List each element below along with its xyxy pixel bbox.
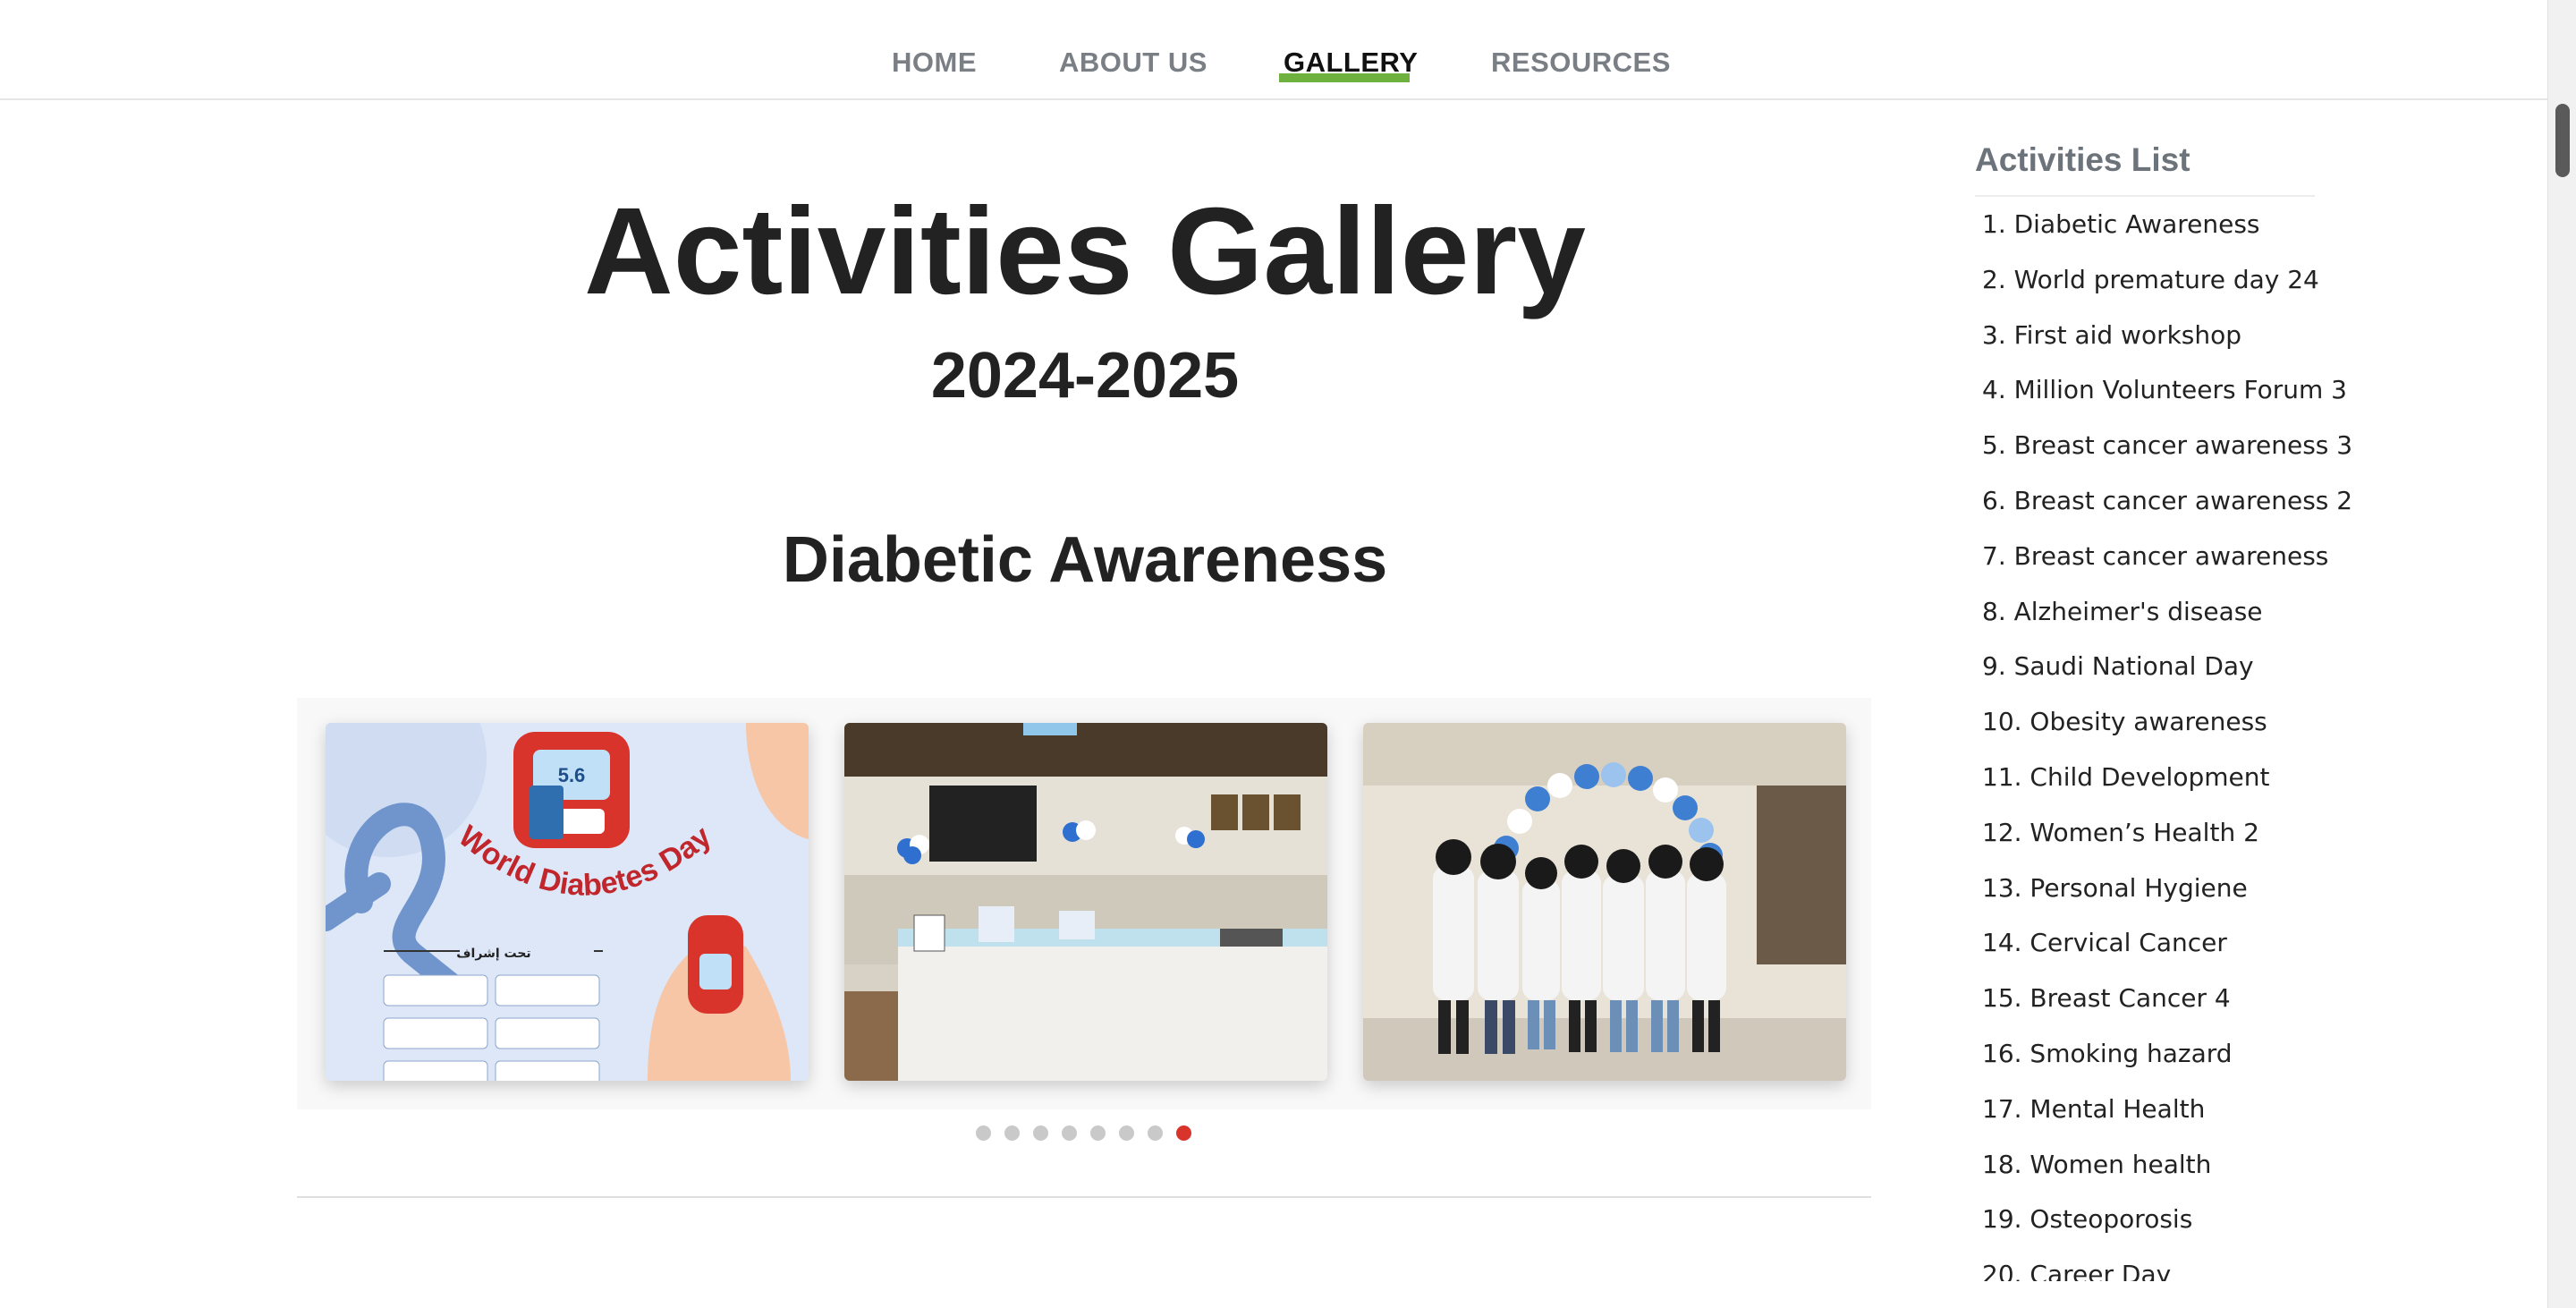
carousel-slide-poster[interactable]: 5.6 World Diabetes Day تحت إشراف [326, 723, 809, 1081]
activity-list-item[interactable]: 9. Saudi National Day [1982, 639, 2358, 694]
activity-list-item[interactable]: 1. Diabetic Awareness [1982, 197, 2358, 252]
section-title: Diabetic Awareness [782, 524, 1388, 596]
page-scrollbar[interactable] [2547, 0, 2576, 1308]
activity-list-item[interactable]: 19. Osteoporosis [1982, 1192, 2358, 1247]
carousel-dot[interactable] [1062, 1125, 1077, 1141]
activity-list-item[interactable]: 20. Career Day [1982, 1247, 2358, 1281]
activity-list-item[interactable]: 18. Women health [1982, 1137, 2358, 1193]
activity-list-item[interactable]: 12. Women’s Health 2 [1982, 805, 2358, 861]
group-photo-image [1363, 723, 1846, 1081]
carousel-slide-booth-photo[interactable] [844, 723, 1327, 1081]
activity-list-item[interactable]: 17. Mental Health [1982, 1082, 2358, 1137]
diabetes-day-poster-image: 5.6 World Diabetes Day تحت إشراف [326, 723, 809, 1081]
activity-list-item[interactable]: 7. Breast cancer awareness [1982, 529, 2358, 584]
activity-list-item[interactable]: 16. Smoking hazard [1982, 1026, 2358, 1082]
carousel-dot[interactable] [1148, 1125, 1163, 1141]
page-title: Activities Gallery [584, 183, 1586, 320]
activity-list-item[interactable]: 3. First aid workshop [1982, 308, 2358, 363]
image-carousel[interactable]: 5.6 World Diabetes Day تحت إشراف [297, 698, 1871, 1109]
nav-home[interactable]: HOME [892, 47, 977, 79]
activity-list-item[interactable]: 13. Personal Hygiene [1982, 861, 2358, 916]
poster-glucose-value: 5.6 [558, 764, 586, 786]
activity-list-item[interactable]: 8. Alzheimer's disease [1982, 584, 2358, 640]
page-subtitle: 2024-2025 [930, 340, 1240, 412]
activity-list-item[interactable]: 14. Cervical Cancer [1982, 915, 2358, 971]
nav-resources[interactable]: RESOURCES [1491, 47, 1671, 79]
carousel-dot[interactable] [1033, 1125, 1048, 1141]
activity-list-item[interactable]: 4. Million Volunteers Forum 3 [1982, 362, 2358, 418]
activity-list-item[interactable]: 5. Breast cancer awareness 3 [1982, 418, 2358, 473]
poster-supervision-label: تحت إشراف [456, 947, 530, 961]
sidebar-title: Activities List [1975, 141, 2315, 197]
nav-about-us[interactable]: ABOUT US [1059, 47, 1208, 79]
activity-list-item[interactable]: 10. Obesity awareness [1982, 694, 2358, 750]
activity-list-item[interactable]: 11. Child Development [1982, 750, 2358, 805]
nav-gallery[interactable]: GALLERY [1284, 47, 1418, 79]
carousel-slide-group-photo[interactable] [1363, 723, 1846, 1081]
activity-list-item[interactable]: 15. Breast Cancer 4 [1982, 971, 2358, 1026]
top-navigation: HOME ABOUT US GALLERY RESOURCES [0, 0, 2547, 100]
activities-sidebar: Activities List 1. Diabetic Awareness 2. … [1975, 141, 2352, 1281]
carousel-dot[interactable] [976, 1125, 991, 1141]
section-divider [297, 1196, 1871, 1198]
carousel-dot-active[interactable] [1176, 1125, 1191, 1141]
activity-list[interactable]: 1. Diabetic Awareness 2. World premature … [1982, 197, 2358, 1281]
scrollbar-thumb[interactable] [2555, 104, 2570, 177]
activity-list-item[interactable]: 2. World premature day 24 [1982, 252, 2358, 308]
carousel-dot[interactable] [1090, 1125, 1106, 1141]
carousel-dot[interactable] [1004, 1125, 1020, 1141]
carousel-dot[interactable] [1119, 1125, 1134, 1141]
activity-list-item[interactable]: 6. Breast cancer awareness 2 [1982, 473, 2358, 529]
booth-photo-image [844, 723, 1327, 1081]
